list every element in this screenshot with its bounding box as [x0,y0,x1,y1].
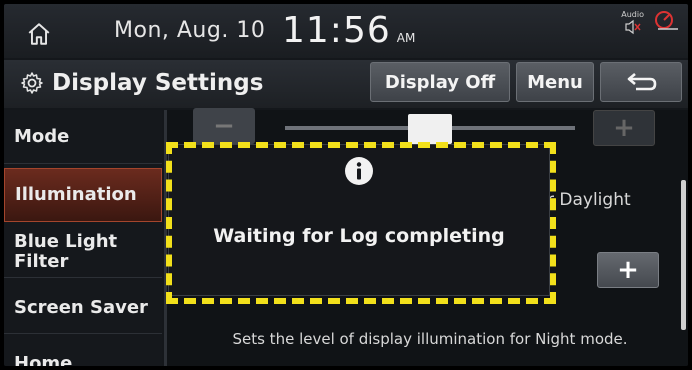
status-icons: Audio [621,10,680,36]
display-off-button[interactable]: Display Off [370,62,510,102]
gear-icon [21,72,43,94]
info-icon [345,157,373,185]
settings-sidebar: Mode Illumination Blue Light Filter Scre… [4,110,162,366]
home-button[interactable] [14,16,90,52]
status-bar: Mon, Aug. 10 11:56 AM Audio [4,4,688,58]
decrease-daylight-button[interactable]: − [193,108,255,144]
audio-muted-icon [625,19,641,35]
back-button[interactable] [600,62,682,102]
uvo-status [652,10,680,36]
increase-night-button[interactable]: + [597,252,659,288]
sidebar-item-mode[interactable]: Mode [4,110,162,164]
uvo-icon [655,11,678,30]
home-icon [28,23,50,45]
title-group: Display Settings [20,70,263,96]
audio-status: Audio [621,10,644,35]
sidebar-item-home[interactable]: Home [4,338,162,367]
waiting-popup: Waiting for Log completing [168,144,550,296]
clock[interactable]: 11:56 AM [282,10,415,51]
head-unit-screen: Mon, Aug. 10 11:56 AM Audio Display Sett… [4,4,688,366]
sidebar-item-screen-saver[interactable]: Screen Saver [4,282,162,334]
audio-label: Audio [621,10,644,19]
clock-ampm: AM [396,31,416,45]
title-bar: Display Settings Display Off Menu [4,60,688,108]
back-arrow-icon [627,73,657,91]
daylight-mode-label: r Daylight [547,190,631,210]
clock-time: 11:56 [282,10,391,51]
night-mode-description: Sets the level of display illumination f… [232,330,628,348]
page-title: Display Settings [52,70,264,96]
daylight-slider-thumb[interactable] [408,114,452,144]
increase-daylight-button[interactable]: + [593,110,655,146]
sidebar-item-illumination[interactable]: Illumination [4,168,162,222]
sidebar-item-blue-light-filter[interactable]: Blue Light Filter [4,226,162,278]
popup-message: Waiting for Log completing [213,225,505,247]
date-display: Mon, Aug. 10 [114,18,266,43]
scrollbar[interactable] [681,180,686,330]
menu-button[interactable]: Menu [516,62,594,102]
